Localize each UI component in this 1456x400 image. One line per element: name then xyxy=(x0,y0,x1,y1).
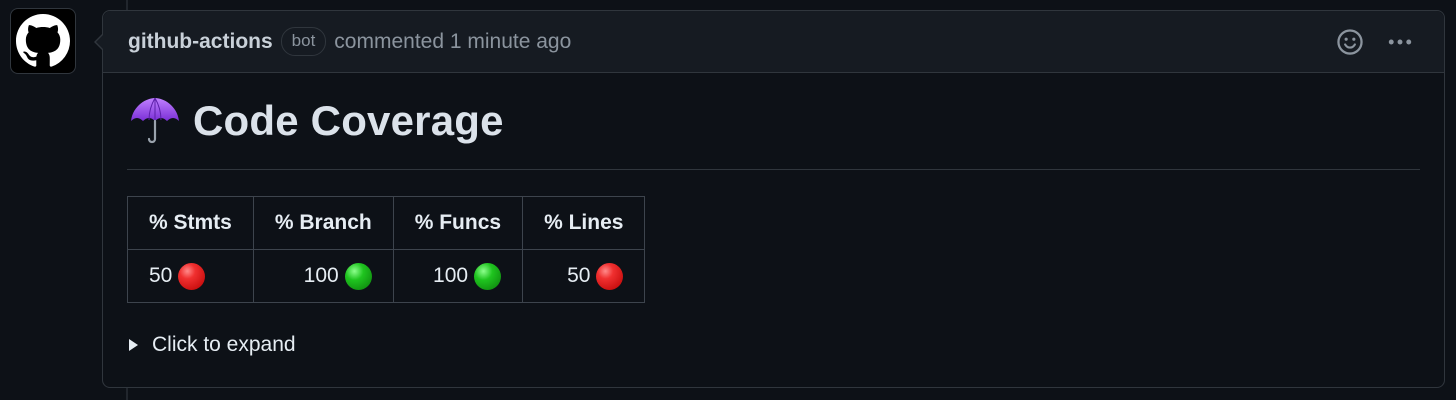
header-actions xyxy=(1336,11,1414,73)
github-octocat-icon xyxy=(16,14,70,67)
cell-stmts: 50 xyxy=(127,249,254,303)
cell-value: 100 xyxy=(303,264,339,287)
comment-body: Code Coverage % Stmts % Branch % Funcs %… xyxy=(103,73,1444,357)
column-header-lines: % Lines xyxy=(522,196,646,250)
comment-box: github-actions bot commented 1 minute ag… xyxy=(94,10,1445,388)
red-circle-icon xyxy=(178,262,206,290)
comment-header: github-actions bot commented 1 minute ag… xyxy=(103,11,1444,73)
triangle-right-icon xyxy=(129,339,138,351)
green-circle-icon xyxy=(344,262,372,290)
cell-value: 50 xyxy=(567,264,591,287)
details-summary[interactable]: Click to expand xyxy=(127,333,1420,357)
coverage-table: % Stmts % Branch % Funcs % Lines 50 100 … xyxy=(127,196,646,303)
coverage-heading: Code Coverage xyxy=(127,73,1420,170)
red-circle-icon xyxy=(596,262,624,290)
smiley-icon[interactable] xyxy=(1336,28,1364,56)
column-header-branch: % Branch xyxy=(252,196,394,250)
cell-funcs: 100 xyxy=(392,249,524,303)
column-header-funcs: % Funcs xyxy=(392,196,524,250)
kebab-horizontal-icon[interactable] xyxy=(1386,28,1414,56)
author-link[interactable]: github-actions xyxy=(128,30,273,54)
details-summary-label: Click to expand xyxy=(152,333,296,356)
cell-value: 50 xyxy=(149,264,173,287)
green-circle-icon xyxy=(474,262,502,290)
comment-timestamp[interactable]: commented 1 minute ago xyxy=(334,30,571,54)
avatar[interactable] xyxy=(10,8,76,74)
cell-branch: 100 xyxy=(252,249,394,303)
table-row: 50 100 100 50 xyxy=(127,249,646,303)
cell-value: 100 xyxy=(433,264,469,287)
bot-badge: bot xyxy=(280,27,327,56)
heading-text: Code Coverage xyxy=(193,97,504,144)
umbrella-icon xyxy=(131,97,179,144)
table-header-row: % Stmts % Branch % Funcs % Lines xyxy=(127,196,646,250)
cell-lines: 50 xyxy=(522,249,646,303)
column-header-stmts: % Stmts xyxy=(127,196,254,250)
